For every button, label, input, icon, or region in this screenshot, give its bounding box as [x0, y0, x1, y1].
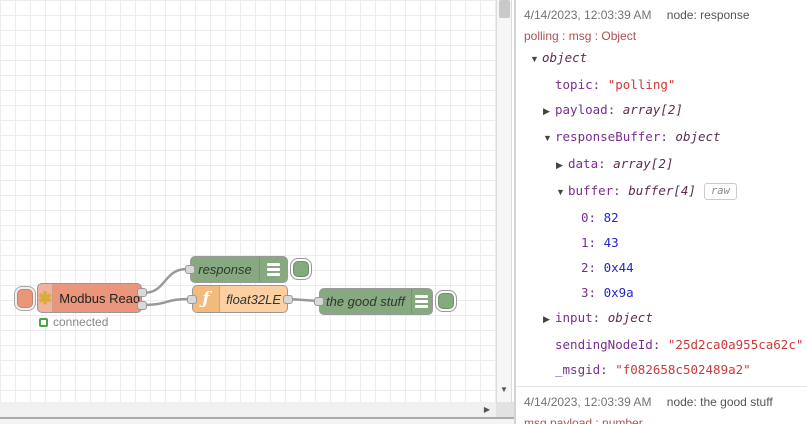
debug-toggle-button-good-stuff[interactable]: [435, 290, 457, 312]
debug-icon: [259, 257, 287, 282]
modbus-icon: ✱: [38, 284, 54, 312]
tree-row-buffer-3: 30x9a: [524, 280, 799, 305]
horizontal-scrollbar[interactable]: ▶: [0, 402, 496, 417]
message-meta: 4/14/2023, 12:03:39 AM node: the good st…: [524, 393, 799, 412]
node-the-good-stuff[interactable]: the good stuff: [314, 288, 433, 315]
node-label: Modbus Read: [59, 290, 141, 306]
status-label: connected: [53, 315, 109, 329]
caret-right-icon[interactable]: ▶: [543, 307, 555, 332]
debug-message: 4/14/2023, 12:03:39 AM node: response po…: [516, 0, 807, 387]
tree-row-topic: topic"polling": [524, 72, 799, 97]
caret-right-icon[interactable]: ▶: [543, 99, 555, 124]
vertical-scrollbar[interactable]: ▼: [496, 0, 512, 402]
node-float32le[interactable]: ƒ float32LE: [187, 285, 293, 313]
debug-sidebar: 4/14/2023, 12:03:39 AM node: response po…: [514, 0, 807, 424]
output-port[interactable]: [283, 295, 293, 304]
modbus-node-button[interactable]: [14, 286, 36, 311]
node-label: the good stuff: [326, 294, 405, 309]
vertical-scrollbar-thumb[interactable]: [499, 0, 510, 18]
message-topic: msg.payload : number: [524, 416, 643, 424]
tree-row-buffer: ▼bufferbuffer[4]raw: [524, 178, 799, 205]
function-icon: ƒ: [193, 286, 221, 312]
scrollbar-corner: [496, 402, 514, 417]
json-tree: ▼object topic"polling" ▶payloadarray[2] …: [524, 45, 803, 382]
message-meta: 4/14/2023, 12:03:39 AM node: response: [524, 6, 799, 25]
tree-row-data: ▶dataarray[2]: [524, 151, 799, 178]
output-port-1[interactable]: [137, 288, 147, 297]
input-port[interactable]: [314, 297, 324, 306]
tree-row-buffer-0: 082: [524, 205, 799, 230]
debug-message: 4/14/2023, 12:03:39 AM node: the good st…: [516, 387, 807, 424]
raw-button[interactable]: raw: [703, 183, 737, 200]
scroll-right-icon[interactable]: ▶: [484, 405, 490, 414]
node-modbus-read[interactable]: ✱ Modbus Read: [37, 283, 147, 313]
modbus-node-button-fill: [17, 289, 33, 308]
node-red-editor: ✱ Modbus Read connected response ƒ float…: [0, 0, 807, 424]
caret-down-icon[interactable]: ▼: [530, 47, 542, 72]
input-port[interactable]: [187, 295, 197, 304]
message-topic: polling : msg : Object: [524, 29, 637, 43]
node-label: float32LE: [226, 291, 281, 307]
caret-right-icon[interactable]: ▶: [556, 153, 568, 178]
tree-row-buffer-1: 143: [524, 230, 799, 255]
output-port-2[interactable]: [137, 301, 147, 310]
node-label: response: [198, 262, 252, 277]
caret-down-icon[interactable]: ▼: [543, 126, 555, 151]
input-port[interactable]: [185, 265, 195, 274]
scroll-down-icon[interactable]: ▼: [497, 385, 511, 394]
wire-modbus-response[interactable]: [141, 267, 189, 295]
caret-down-icon[interactable]: ▼: [556, 180, 568, 205]
message-timestamp: 4/14/2023, 12:03:39 AM: [524, 395, 652, 409]
wire-modbus-float32le[interactable]: [141, 297, 191, 307]
debug-toggle-button-response[interactable]: [290, 258, 312, 280]
node-status: connected: [39, 315, 108, 329]
message-source-node: node: the good stuff: [666, 395, 773, 409]
tree-row-buffer-2: 20x44: [524, 255, 799, 280]
tree-row-object: ▼ object: [524, 45, 799, 72]
tree-row-msgid: _msgid"f082658c502489a2": [524, 357, 799, 382]
tree-row-payload: ▶payloadarray[2]: [524, 97, 799, 124]
workspace-footer: [0, 419, 514, 424]
tree-row-response-buffer: ▼responseBufferobject: [524, 124, 799, 151]
tree-row-input: ▶inputobject: [524, 305, 799, 332]
status-ring-icon: [39, 317, 48, 327]
wires-layer: [141, 267, 320, 307]
message-timestamp: 4/14/2023, 12:03:39 AM: [524, 8, 652, 22]
message-source-node: node: response: [666, 8, 750, 22]
tree-row-sending-node-id: sendingNodeId"25d2ca0a955ca62c": [524, 332, 803, 357]
flow-canvas[interactable]: ✱ Modbus Read connected response ƒ float…: [0, 0, 496, 402]
node-response[interactable]: response: [185, 256, 288, 283]
debug-icon: [410, 289, 432, 314]
